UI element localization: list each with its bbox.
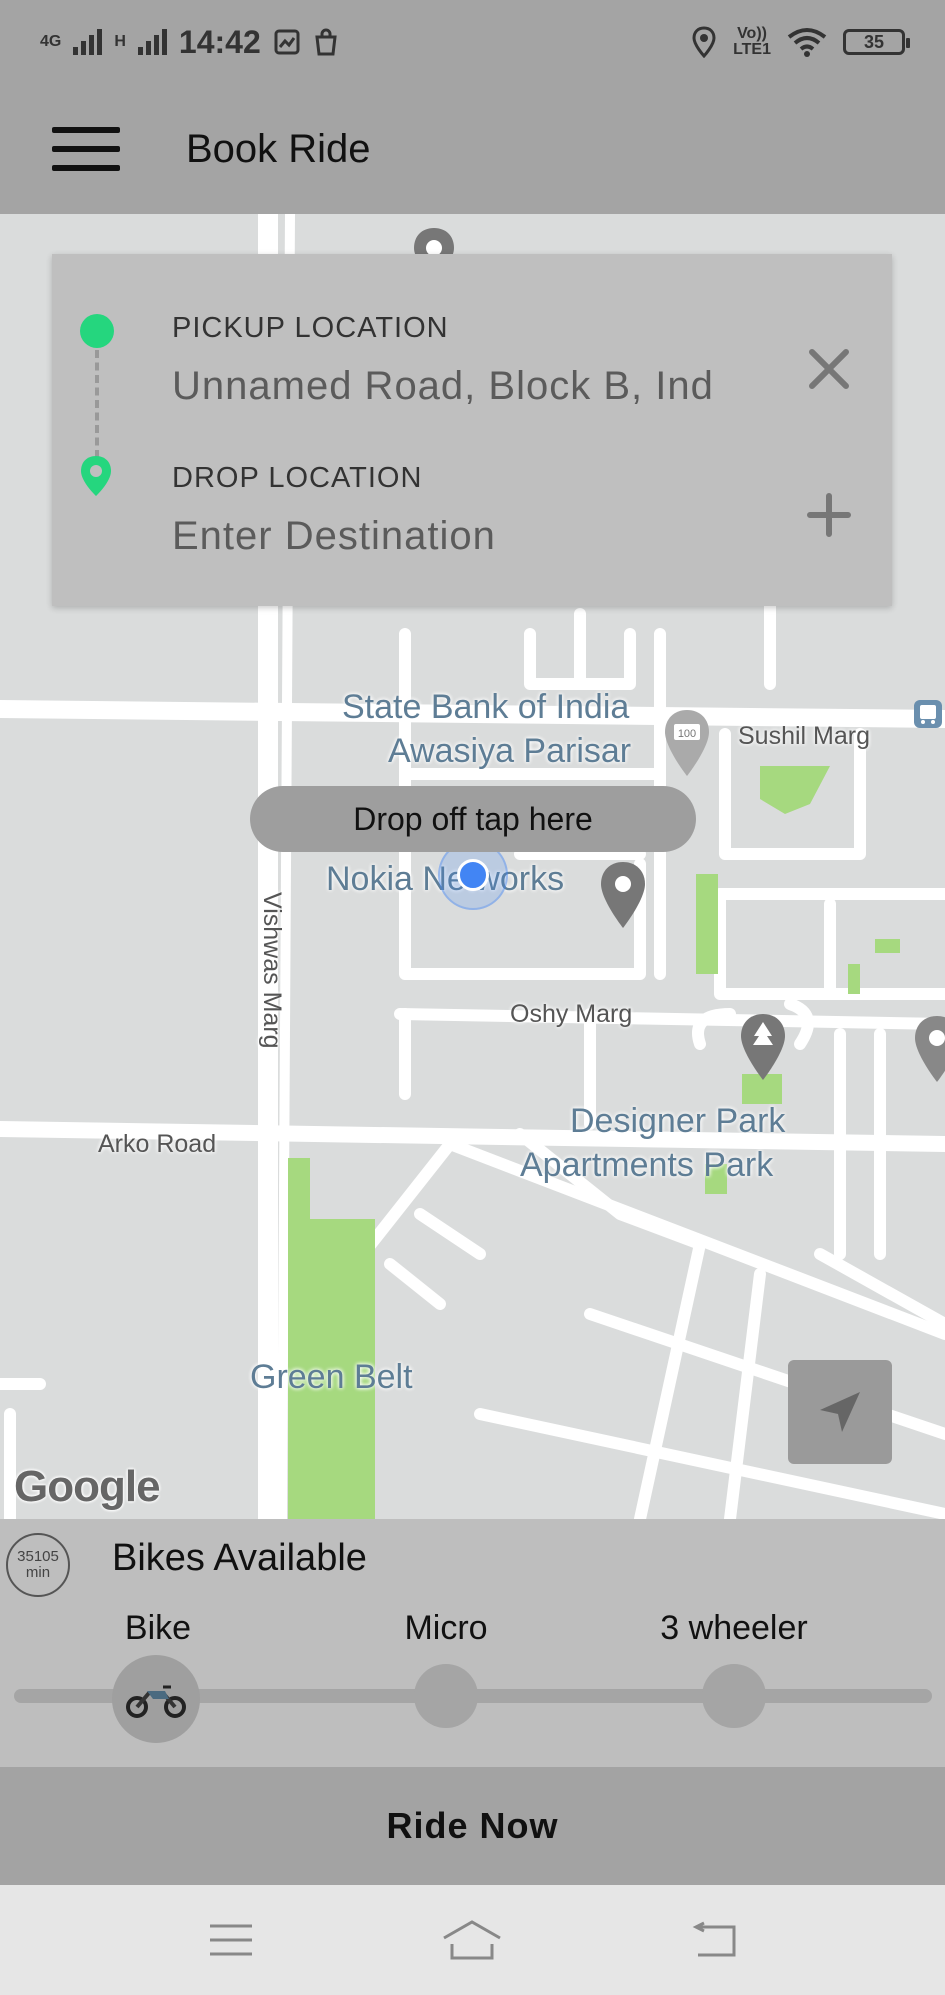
motorcycle-icon: [126, 1685, 186, 1718]
map-label-vishwas-marg: Vishwas Marg: [258, 892, 286, 1049]
drop-label: DROP LOCATION: [172, 462, 423, 494]
bank-pin-icon[interactable]: 100: [662, 708, 712, 778]
eta-unit: min: [25, 1564, 51, 1581]
location-card: PICKUP LOCATION Unnamed Road, Block B, I…: [52, 254, 892, 606]
volte-indicator: Vo)) LTE1: [733, 26, 771, 58]
pickup-label: PICKUP LOCATION: [172, 312, 449, 344]
eta-value: 35105: [17, 1548, 59, 1565]
network-type-bottom: H: [114, 33, 126, 50]
app-bar: Book Ride: [0, 84, 945, 214]
ride-now-button[interactable]: Ride Now: [0, 1767, 945, 1885]
recent-apps-button[interactable]: [196, 1910, 266, 1970]
drop-off-tooltip[interactable]: Drop off tap here: [250, 786, 696, 852]
network-indicator: 4G: [40, 33, 62, 50]
bus-stop-icon[interactable]: [912, 698, 944, 730]
availability-title: Bikes Available: [112, 1537, 367, 1579]
back-button[interactable]: [679, 1910, 749, 1970]
place-pin-icon-2[interactable]: [912, 1014, 945, 1084]
map-label-sushil-marg: Sushil Marg: [738, 722, 870, 750]
system-nav-bar: [0, 1885, 945, 1995]
gallery-icon: [274, 29, 300, 55]
store-icon: [315, 28, 337, 56]
hamburger-icon[interactable]: [52, 127, 120, 171]
map-label-green-belt: Green Belt: [250, 1358, 413, 1396]
map-label-apartments-park: Apartments Park: [520, 1146, 774, 1184]
map-label-awasiya: Awasiya Parisar: [388, 732, 632, 770]
destination-field[interactable]: Enter Destination: [172, 514, 832, 559]
signal-icon: [73, 29, 103, 55]
google-logo: Google: [14, 1462, 161, 1511]
navigation-arrow-icon: [820, 1392, 860, 1432]
user-location-dot: [457, 859, 489, 891]
drop-pin-icon: [81, 456, 111, 496]
battery-level: 35: [863, 31, 885, 52]
network-indicator-2: H: [114, 33, 126, 50]
battery-icon: 35: [843, 29, 910, 55]
menu-lines-icon: [209, 1924, 252, 1956]
wifi-icon: [787, 28, 827, 57]
status-time: 14:42: [178, 23, 261, 60]
map-label-designer-park: Designer Park: [570, 1102, 786, 1140]
map-label-sbi: State Bank of India: [342, 688, 630, 726]
page-title: Book Ride: [186, 126, 371, 171]
location-icon: [692, 26, 716, 58]
map-label-oshy-marg: Oshy Marg: [510, 1000, 633, 1028]
volte-label: Vo)): [737, 25, 767, 42]
home-icon: [443, 1920, 502, 1960]
vehicle-sheet: 35105 min Bikes Available Bike Micro 3 w…: [0, 1519, 945, 1767]
map-label-arko-road: Arko Road: [98, 1130, 217, 1158]
my-location-button[interactable]: [788, 1360, 892, 1464]
park-pin-icon[interactable]: [738, 1012, 788, 1082]
pickup-location-field[interactable]: Unnamed Road, Block B, Ind: [172, 364, 832, 409]
vehicle-label-micro[interactable]: Micro: [346, 1609, 546, 1648]
status-bar: 4G H 14:42 Vo)) LTE1 35: [0, 0, 945, 84]
pin-badge: 100: [678, 728, 696, 740]
vehicle-label-3-wheeler[interactable]: 3 wheeler: [634, 1609, 834, 1648]
home-button[interactable]: [437, 1910, 507, 1970]
vehicle-option-3-wheeler[interactable]: [702, 1664, 766, 1728]
back-icon: [692, 1921, 736, 1957]
close-icon[interactable]: [806, 346, 852, 392]
eta-badge: 35105 min: [6, 1533, 70, 1597]
vehicle-option-bike[interactable]: [112, 1655, 200, 1743]
lte-label: LTE1: [733, 41, 771, 58]
signal-icon-2: [137, 29, 167, 55]
place-pin-icon[interactable]: [598, 860, 648, 930]
vehicle-label-bike[interactable]: Bike: [58, 1609, 258, 1648]
network-type-top: 4G: [40, 33, 62, 50]
vehicle-option-micro[interactable]: [414, 1664, 478, 1728]
plus-icon[interactable]: [806, 492, 852, 538]
route-dashes: [95, 350, 99, 458]
pickup-dot-icon: [80, 314, 114, 348]
